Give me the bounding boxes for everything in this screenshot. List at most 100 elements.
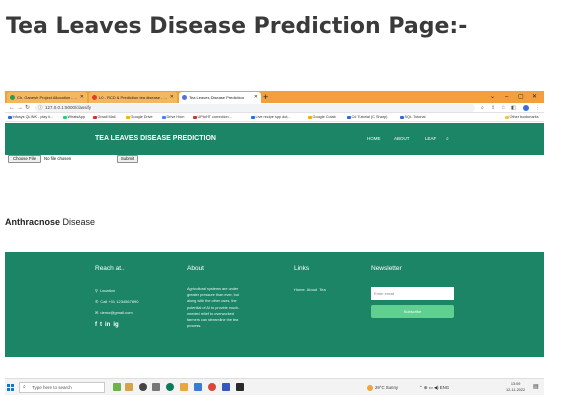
terminal-icon[interactable]: [236, 383, 244, 391]
vscode-icon[interactable]: [222, 383, 230, 391]
about-heading: About: [187, 265, 204, 272]
taskbar-search-box[interactable]: ⌕ Type here to search: [19, 382, 105, 393]
taskbar-search-placeholder: Type here to search: [32, 385, 72, 390]
weather-widget[interactable]: 29°C Sunny: [367, 379, 398, 396]
minimize-button[interactable]: –: [505, 91, 508, 103]
linkedin-icon[interactable]: in: [105, 322, 110, 329]
profile-avatar[interactable]: [523, 105, 529, 111]
folder-icon: [505, 115, 509, 120]
file-status-text: No file chosen: [44, 156, 72, 161]
bookmark-item[interactable]: Infosys QLINK - play k...: [8, 113, 53, 122]
tab-rcd-prediction[interactable]: L0 - RCD & Prediction tea disease - ... …: [89, 92, 177, 103]
tab-label: Tea Leaves Disease Prediction: [189, 95, 244, 100]
task-view-icon[interactable]: [125, 383, 133, 391]
submit-button[interactable]: Submit: [117, 155, 138, 163]
bookmark-item[interactable]: SQL Tutorial: [400, 113, 425, 122]
menu-icon[interactable]: ⋮: [535, 103, 540, 113]
tab-close-icon[interactable]: ✕: [254, 95, 258, 100]
bookmark-item[interactable]: WhatsApp: [63, 113, 85, 122]
bookmark-star-icon[interactable]: ☆: [501, 103, 505, 113]
bookmarks-bar: Infosys QLINK - play k... WhatsApp Gmail…: [5, 113, 544, 122]
bookmark-item[interactable]: UPtoHT correction...: [193, 113, 232, 122]
bookmark-item[interactable]: Google Colab: [308, 113, 336, 122]
tab-label: L0 - RCD & Prediction tea disease - ...: [99, 95, 167, 100]
bookmark-item[interactable]: Gmail Mail: [93, 113, 115, 122]
share-icon[interactable]: ⇪: [491, 103, 495, 113]
notification-icon[interactable]: ▤: [533, 383, 539, 391]
newsletter-email-input[interactable]: [371, 287, 454, 300]
nav-link-about[interactable]: ABOUT: [394, 123, 410, 155]
tab-search-icon[interactable]: ⌄: [490, 91, 495, 103]
chrome-icon[interactable]: [208, 383, 216, 391]
site-brand[interactable]: TEA LEAVES DISEASE PREDICTION: [95, 123, 216, 155]
facebook-icon[interactable]: f: [95, 322, 97, 329]
new-tab-button[interactable]: +: [263, 91, 268, 103]
close-window-button[interactable]: ✕: [532, 91, 537, 103]
bookmark-label: Live recipe spp dot...: [255, 115, 291, 119]
forward-button[interactable]: →: [17, 103, 23, 113]
windows-start-icon[interactable]: [7, 384, 14, 391]
tab-project-allocation[interactable]: Ch. Ganesh Project Allocation - ... ✕: [7, 92, 87, 103]
other-bookmarks[interactable]: Other bookmarks: [505, 113, 539, 122]
edge-icon[interactable]: [166, 383, 174, 391]
system-clock[interactable]: 13:09 12-11-2022: [506, 381, 525, 393]
bookmark-favicon-icon: [126, 115, 130, 120]
bookmark-favicon-icon: [193, 115, 197, 120]
windows-taskbar: ⌕ Type here to search 29°C Sunny ⌃ ⊕ ▭ ◀…: [5, 378, 544, 395]
weather-text: 29°C Sunny: [375, 385, 398, 390]
maximize-button[interactable]: ▢: [518, 91, 524, 103]
bookmark-label: Gmail Mail: [97, 115, 116, 119]
bookmark-item[interactable]: C# Tutorial (C Sharp): [347, 113, 387, 122]
bookmark-favicon-icon: [400, 115, 404, 120]
bookmark-item[interactable]: Drive Hom: [162, 113, 184, 122]
other-bookmarks-label: Other bookmarks: [509, 115, 539, 119]
bookmark-item[interactable]: Live recipe spp dot...: [251, 113, 291, 122]
address-bar-row: ← → ↻ ⓘ 127.0.0.1:5000/classify ⌕ ⇪ ☆ ◧ …: [5, 103, 544, 113]
file-explorer-icon[interactable]: [180, 383, 188, 391]
circle-app-icon[interactable]: [139, 383, 147, 391]
footer-links[interactable]: Home About Tea: [294, 287, 326, 292]
zoom-icon[interactable]: ⌕: [481, 103, 484, 113]
about-text: Agricultural systems are under greater p…: [187, 287, 240, 329]
twitter-icon[interactable]: t: [100, 322, 102, 329]
cortana-icon[interactable]: [113, 383, 121, 391]
back-button[interactable]: ←: [9, 103, 15, 113]
bookmark-item[interactable]: Google Drive: [126, 113, 153, 122]
search-icon[interactable]: ⌕: [446, 123, 449, 155]
envelope-icon: ✉: [95, 310, 99, 315]
nav-link-leaf[interactable]: LEAF: [425, 123, 436, 155]
email-item[interactable]: ✉ demo@gmail.com: [95, 310, 133, 315]
location-pin-icon: ⚲: [95, 288, 98, 293]
nav-link-home[interactable]: HOME: [367, 123, 381, 155]
phone-item[interactable]: ✆ Call +01 1234567890: [95, 299, 139, 304]
disease-name: Anthracnose: [5, 217, 61, 227]
reload-button[interactable]: ↻: [25, 103, 30, 113]
tab-close-icon[interactable]: ✕: [170, 95, 174, 100]
tab-label: Ch. Ganesh Project Allocation - ...: [17, 95, 78, 100]
tab-close-icon[interactable]: ✕: [80, 95, 84, 100]
extensions-icon[interactable]: ◧: [511, 103, 516, 113]
document-title: Tea Leaves Disease Prediction Page:-: [6, 14, 468, 39]
tab-favicon-icon: [10, 95, 15, 100]
tab-tea-leaves-prediction[interactable]: Tea Leaves Disease Prediction ✕: [179, 92, 261, 103]
location-label: Location: [99, 288, 116, 293]
widgets-icon[interactable]: [152, 383, 160, 391]
subscribe-button[interactable]: Subscribe: [371, 305, 454, 318]
url-text: 127.0.0.1:5000/classify: [45, 105, 92, 110]
system-tray[interactable]: ⌃ ⊕ ▭ ◀) ENG: [419, 379, 449, 396]
location-item[interactable]: ⚲ Location: [95, 288, 115, 293]
choose-file-button[interactable]: Choose File: [8, 155, 41, 163]
bookmark-label: Google Drive: [130, 115, 153, 119]
browser-window: Ch. Ganesh Project Allocation - ... ✕ L0…: [5, 91, 544, 357]
phone-icon: ✆: [95, 299, 99, 304]
bookmark-favicon-icon: [93, 115, 97, 120]
clock-date: 12-11-2022: [506, 388, 526, 392]
bookmark-label: C# Tutorial (C Sharp): [351, 115, 388, 119]
url-field[interactable]: ⓘ 127.0.0.1:5000/classify: [35, 104, 475, 112]
store-icon[interactable]: [194, 383, 202, 391]
site-navbar: TEA LEAVES DISEASE PREDICTION HOME ABOUT…: [5, 123, 544, 155]
phone-label: Call +01 1234567890: [100, 299, 139, 304]
instagram-icon[interactable]: ig: [113, 322, 118, 329]
site-info-icon[interactable]: ⓘ: [38, 104, 43, 112]
bookmark-label: SQL Tutorial: [404, 115, 426, 119]
